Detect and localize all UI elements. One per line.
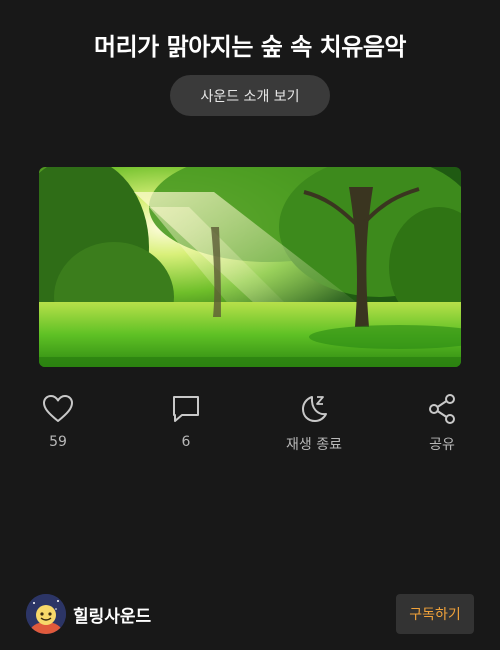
author-name[interactable]: 힐링사운드 bbox=[73, 602, 151, 627]
share-button[interactable]: 공유 bbox=[392, 392, 492, 454]
page-title: 머리가 맑아지는 숲 속 치유음악 bbox=[94, 33, 406, 61]
sound-intro-button[interactable]: 사운드 소개 보기 bbox=[170, 75, 330, 116]
action-bar: 59 6 재생 종료 공유 bbox=[0, 392, 500, 462]
moon-sleep-icon bbox=[297, 392, 331, 426]
comment-icon bbox=[169, 392, 203, 426]
comment-button[interactable]: 6 bbox=[136, 392, 236, 450]
author-profile[interactable]: 힐링사운드 bbox=[26, 594, 151, 634]
comment-count: 6 bbox=[181, 434, 191, 450]
share-label: 공유 bbox=[429, 437, 455, 453]
sleep-timer-label: 재생 종료 bbox=[286, 437, 342, 453]
avatar-icon[interactable] bbox=[26, 594, 66, 634]
subscribe-button[interactable]: 구독하기 bbox=[396, 594, 474, 634]
sleep-timer-button[interactable]: 재생 종료 bbox=[264, 392, 364, 454]
heart-icon bbox=[41, 392, 75, 426]
like-button[interactable]: 59 bbox=[8, 392, 108, 450]
cover-image bbox=[39, 167, 461, 367]
forest-image bbox=[39, 167, 461, 367]
share-icon bbox=[425, 392, 459, 426]
like-count: 59 bbox=[49, 434, 67, 450]
